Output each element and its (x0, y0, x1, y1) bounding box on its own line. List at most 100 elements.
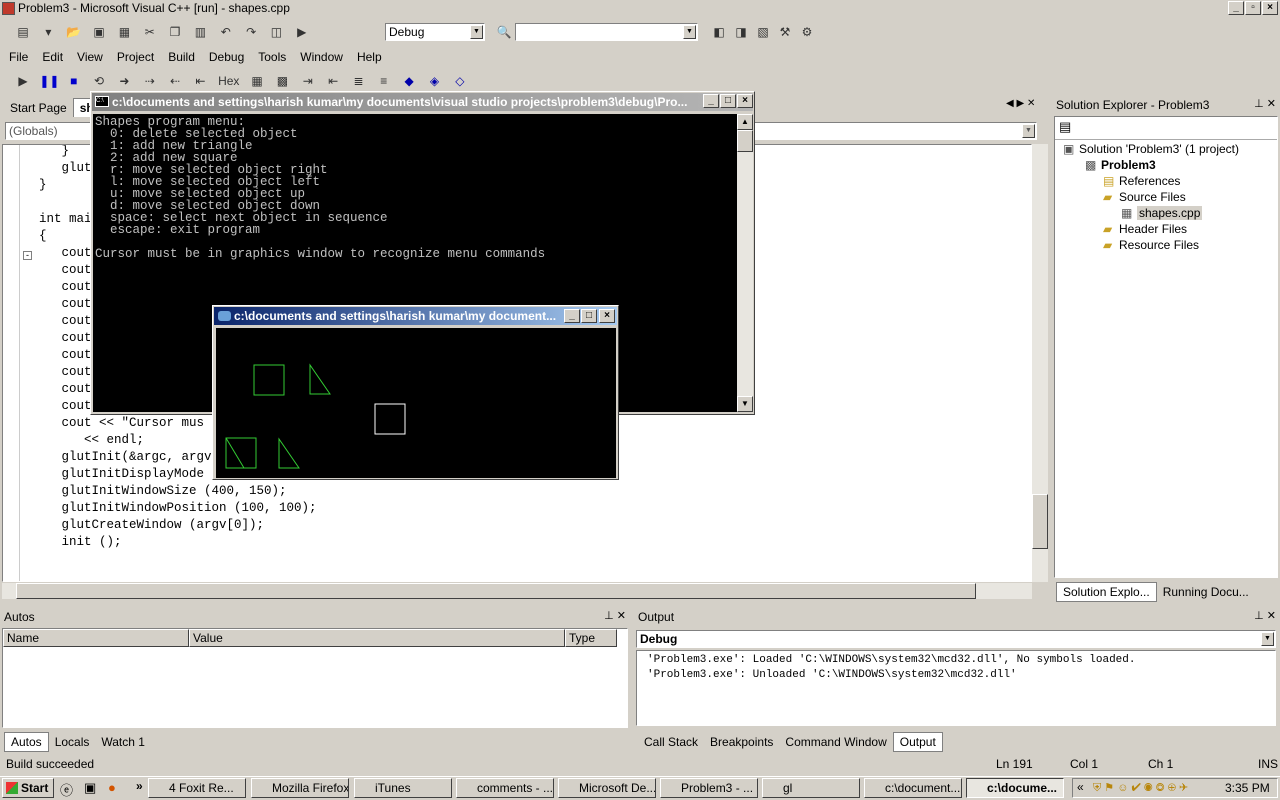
options-icon[interactable]: ⚙ (798, 23, 816, 41)
task-microsoft-de[interactable]: Microsoft De... (558, 778, 656, 798)
breakpoints-icon[interactable]: ▦ (248, 72, 266, 90)
config-combo[interactable]: Debug ▼ (385, 23, 485, 41)
graphics-close-button[interactable]: × (599, 309, 615, 323)
redo-icon[interactable]: ↷ (242, 23, 260, 41)
task-firefox[interactable]: Mozilla Firefox (251, 778, 349, 798)
solution-explorer-icon[interactable]: ◧ (710, 23, 728, 41)
task-gl[interactable]: gl (762, 778, 860, 798)
editor-hscroll-thumb[interactable] (16, 583, 976, 599)
graphics-maximize-button[interactable]: □ (581, 309, 597, 323)
console-scroll-up[interactable]: ▲ (737, 114, 753, 130)
col-type[interactable]: Type (565, 629, 617, 647)
quicklaunch-desktop-icon[interactable]: ▣ (84, 780, 96, 796)
tab-start-page[interactable]: Start Page (4, 99, 73, 117)
output-source-combo[interactable]: Debug ▼ (636, 630, 1276, 648)
break-icon[interactable]: ❚❚ (39, 72, 59, 90)
paste-icon[interactable]: ▥ (191, 23, 209, 41)
tab-autos[interactable]: Autos (4, 732, 49, 752)
copy-icon[interactable]: ❐ (166, 23, 184, 41)
graphics-titlebar[interactable]: c:\documents and settings\harish kumar\m… (214, 307, 617, 325)
start-button[interactable]: Start (2, 778, 54, 798)
restart-icon[interactable]: ⟲ (90, 72, 108, 90)
continue-icon[interactable]: ▶ (14, 72, 32, 90)
step-out-icon[interactable]: ⇠ (166, 72, 184, 90)
menu-tools[interactable]: Tools (251, 47, 293, 67)
tree-item[interactable]: ▰ Source Files (1059, 189, 1275, 205)
menu-edit[interactable]: Edit (35, 47, 70, 67)
cut-icon[interactable]: ✂ (141, 23, 159, 41)
tree-item[interactable]: ▦ shapes.cpp (1059, 205, 1275, 221)
tray-expand-icon[interactable]: « (1077, 780, 1084, 794)
editor-hscrollbar[interactable] (2, 583, 1032, 599)
navigate-icon[interactable]: ◫ (267, 23, 285, 41)
clear-bookmark-icon[interactable]: ◇ (451, 72, 469, 90)
memory-icon[interactable]: ▩ (273, 72, 291, 90)
autos-pin-close[interactable]: ⊥ ✕ (604, 609, 626, 622)
menu-build[interactable]: Build (161, 47, 202, 67)
tree-item[interactable]: ▩ Problem3 (1059, 157, 1275, 173)
tab-output[interactable]: Output (892, 732, 943, 752)
tab-watch1[interactable]: Watch 1 (95, 733, 151, 751)
tree-item[interactable]: ▰ Header Files (1059, 221, 1275, 237)
console-minimize-button[interactable]: _ (703, 94, 719, 108)
col-value[interactable]: Value (189, 629, 565, 647)
hex-button[interactable]: Hex (217, 72, 241, 90)
panel-pin-close[interactable]: ⊥ ✕ (1254, 97, 1276, 110)
step-over-icon[interactable]: ⇢ (141, 72, 159, 90)
quicklaunch-firefox-icon[interactable]: ● (108, 780, 116, 795)
quicklaunch-more-icon[interactable]: » (136, 779, 143, 793)
col-name[interactable]: Name (3, 629, 189, 647)
console-vscrollbar[interactable]: ▲ ▼ (737, 114, 753, 412)
tree-item[interactable]: ▰ Resource Files (1059, 237, 1275, 253)
step-into-icon[interactable]: ➜ (115, 72, 133, 90)
menu-window[interactable]: Window (293, 47, 350, 67)
tree-item[interactable]: ▣ Solution 'Problem3' (1 project) (1059, 141, 1275, 157)
undo-icon[interactable]: ↶ (217, 23, 235, 41)
comment-icon[interactable]: ≣ (349, 72, 367, 90)
uncomment-icon[interactable]: ≡ (375, 72, 393, 90)
quicklaunch-ie-icon[interactable]: ⓔ (60, 780, 73, 799)
save-all-icon[interactable]: ▦ (115, 23, 133, 41)
editor-vscroll-thumb[interactable] (1032, 494, 1048, 549)
tab-running-documents[interactable]: Running Docu... (1157, 583, 1255, 601)
menu-file[interactable]: File (2, 47, 35, 67)
properties-icon[interactable]: ◨ (732, 23, 750, 41)
console-maximize-button[interactable]: □ (720, 94, 736, 108)
tools-icon[interactable]: ⚒ (776, 23, 794, 41)
tab-nav-arrows[interactable]: ◀ ▶ ✕ (1006, 98, 1035, 109)
menu-view[interactable]: View (70, 47, 110, 67)
minimize-button[interactable]: _ (1228, 1, 1244, 15)
close-button[interactable]: × (1262, 1, 1278, 15)
output-text[interactable]: 'Problem3.exe': Loaded 'C:\WINDOWS\syste… (636, 650, 1276, 726)
save-icon[interactable]: ▣ (90, 23, 108, 41)
console-scroll-down[interactable]: ▼ (737, 396, 753, 412)
bookmark-icon[interactable]: ◆ (400, 72, 418, 90)
new-project-icon[interactable]: ▤ (14, 23, 32, 41)
tab-locals[interactable]: Locals (49, 733, 96, 751)
console-titlebar[interactable]: c:\documents and settings\harish kumar\m… (92, 93, 753, 111)
step-back-icon[interactable]: ⇤ (191, 72, 209, 90)
editor-vscrollbar[interactable] (1032, 144, 1048, 582)
task-problem3[interactable]: Problem3 - ... (660, 778, 758, 798)
menu-help[interactable]: Help (350, 47, 389, 67)
graphics-minimize-button[interactable]: _ (564, 309, 580, 323)
find-combo[interactable]: ▼ (515, 23, 698, 41)
menu-project[interactable]: Project (110, 47, 161, 67)
next-bookmark-icon[interactable]: ◈ (426, 72, 444, 90)
task-foxit[interactable]: 4 Foxit Re... (148, 778, 246, 798)
menu-debug[interactable]: Debug (202, 47, 251, 67)
tree-item[interactable]: ▤ References (1059, 173, 1275, 189)
restore-button[interactable]: ▫ (1245, 1, 1261, 15)
task-comments[interactable]: comments - ... (456, 778, 554, 798)
console-scroll-thumb[interactable] (737, 130, 753, 152)
graphics-canvas[interactable] (216, 328, 616, 478)
collapse-toggle[interactable]: - (23, 251, 32, 260)
outdent-icon[interactable]: ⇤ (324, 72, 342, 90)
task-console-2[interactable]: c:\docume... (966, 778, 1064, 798)
task-console-1[interactable]: c:\document... (864, 778, 962, 798)
tab-call-stack[interactable]: Call Stack (638, 733, 704, 751)
tray-icons[interactable]: ⛨ ⚑ ☺ ✔ ◉ ◎ ⊕ ✈ (1093, 781, 1188, 795)
tab-solution-explorer[interactable]: Solution Explo... (1056, 582, 1157, 602)
indent-icon[interactable]: ⇥ (299, 72, 317, 90)
stop-icon[interactable]: ■ (65, 72, 83, 90)
